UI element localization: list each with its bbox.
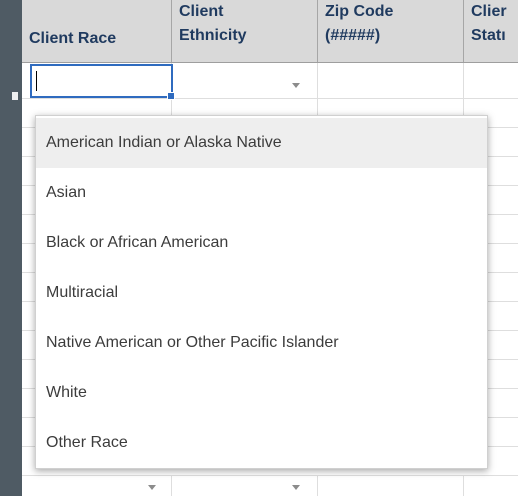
header-label-line1: Clier	[471, 3, 507, 20]
header-label-line1: Client	[179, 3, 224, 20]
row-gutter	[0, 0, 22, 496]
dropdown-arrow-icon[interactable]	[292, 485, 300, 490]
text-cursor	[36, 71, 37, 91]
active-cell-input[interactable]	[30, 64, 175, 100]
grid-cell[interactable]	[318, 63, 464, 99]
row-marker	[12, 92, 18, 100]
grid-cell[interactable]	[464, 63, 518, 99]
header-label-line1: Zip Code	[325, 3, 394, 20]
header-client-status[interactable]: Clier Statı	[464, 0, 518, 62]
dropdown-option[interactable]: Native American or Other Pacific Islande…	[36, 318, 487, 368]
grid-cell[interactable]	[172, 63, 318, 99]
table-row	[22, 476, 518, 496]
dropdown-option[interactable]: American Indian or Alaska Native	[36, 118, 487, 168]
header-label-line2: Statı	[471, 27, 506, 44]
dropdown-arrow-icon[interactable]	[148, 485, 156, 490]
grid-cell[interactable]	[172, 476, 318, 496]
grid-cell[interactable]	[22, 476, 172, 496]
header-label: Client Race	[29, 30, 117, 47]
dropdown-option[interactable]: White	[36, 368, 487, 418]
dropdown-option[interactable]: Other Race	[36, 418, 487, 468]
dropdown-option[interactable]: Black or African American	[36, 218, 487, 268]
race-dropdown-list: American Indian or Alaska Native Asian B…	[35, 115, 488, 469]
header-label-line2: Ethnicity	[179, 27, 247, 44]
grid-cell[interactable]	[464, 476, 518, 496]
header-label-line2: (#####)	[325, 27, 381, 44]
fill-handle[interactable]	[167, 92, 175, 100]
dropdown-option[interactable]: Asian	[36, 168, 487, 218]
dropdown-option[interactable]: Multiracial	[36, 268, 487, 318]
header-client-race[interactable]: Client Race	[22, 0, 172, 62]
header-client-ethnicity[interactable]: Client Ethnicity	[172, 0, 318, 62]
grid-cell[interactable]	[318, 476, 464, 496]
header-row: Client Race Client Ethnicity Zip Code (#…	[22, 0, 518, 63]
header-zip-code[interactable]: Zip Code (#####)	[318, 0, 464, 62]
spreadsheet-grid: Client Race Client Ethnicity Zip Code (#…	[22, 0, 518, 496]
dropdown-arrow-icon[interactable]	[292, 83, 300, 88]
